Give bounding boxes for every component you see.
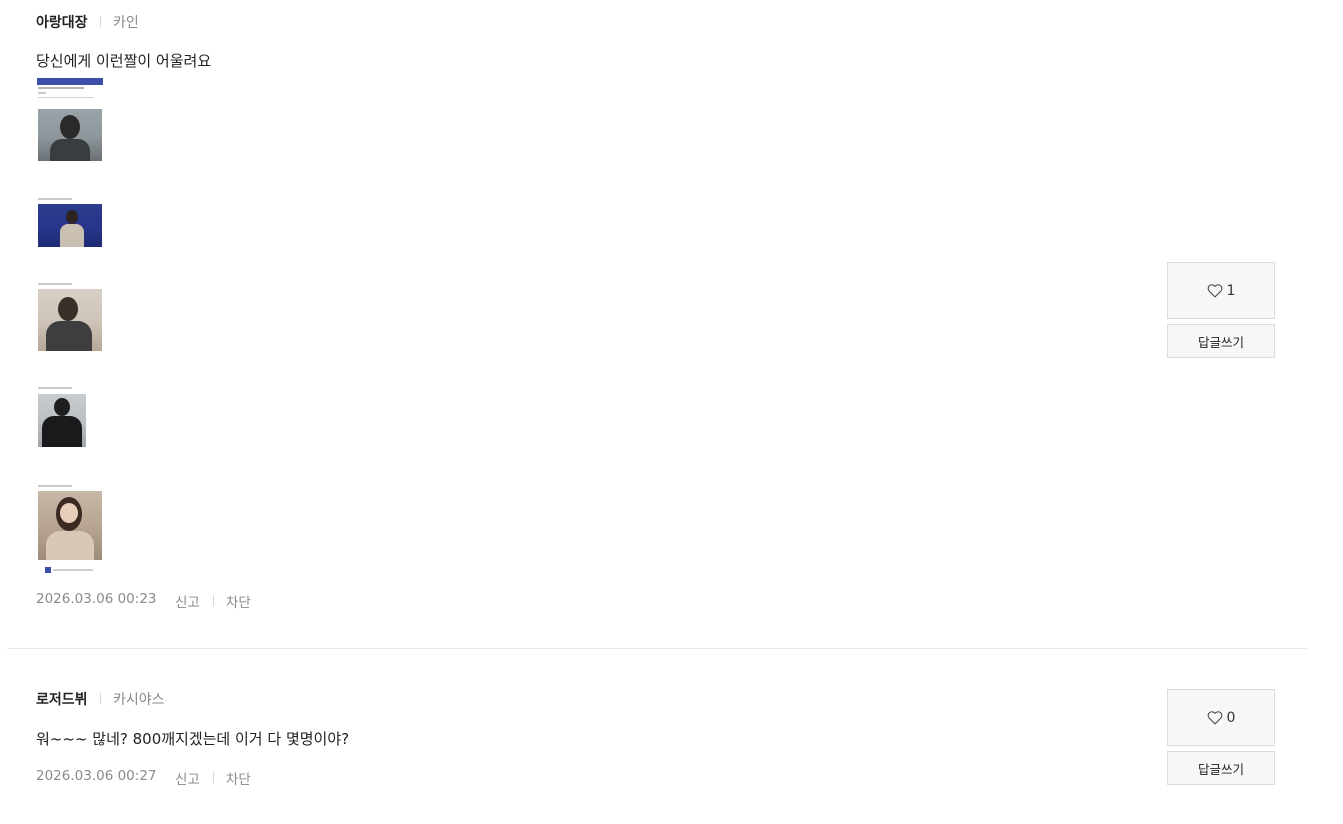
person-face <box>60 503 78 523</box>
captured-text-line <box>38 92 46 94</box>
meta-separator <box>213 772 214 783</box>
captured-caption <box>38 283 72 285</box>
captured-pagination <box>45 567 51 573</box>
comment-divider <box>7 648 1307 649</box>
captured-caption <box>38 485 72 487</box>
like-button[interactable]: 1 <box>1167 262 1275 319</box>
person-head <box>60 115 80 139</box>
captured-photo <box>38 289 102 351</box>
captured-photo <box>38 394 86 447</box>
captured-text-line <box>38 97 94 98</box>
heart-outline-icon <box>1207 711 1222 725</box>
meta-separator <box>213 595 214 606</box>
person-body <box>50 139 90 161</box>
like-count: 0 <box>1226 709 1236 726</box>
heart-outline-icon <box>1207 284 1222 298</box>
captured-photo <box>38 109 102 161</box>
person-head <box>66 210 78 224</box>
captured-page-banner <box>37 78 103 85</box>
person-body <box>60 224 84 247</box>
person-body <box>46 531 94 560</box>
comment-author-nickname[interactable]: 아랑대장 <box>36 12 88 32</box>
meta-separator <box>100 16 101 27</box>
like-button[interactable]: 0 <box>1167 689 1275 746</box>
block-link[interactable]: 차단 <box>226 768 251 788</box>
report-link[interactable]: 신고 <box>175 591 200 611</box>
person-body <box>46 321 92 351</box>
comment-author-team: 카시야스 <box>113 692 165 708</box>
person-body <box>42 416 82 447</box>
like-count: 1 <box>1226 282 1236 299</box>
captured-photo <box>38 204 102 247</box>
comment-author-nickname[interactable]: 로저드뷔 <box>36 689 88 709</box>
captured-pagination <box>53 569 93 571</box>
reply-button[interactable]: 답글쓰기 <box>1167 751 1275 785</box>
comment-date: 2026.03.06 00:27 <box>36 768 157 784</box>
captured-text-line <box>38 87 84 89</box>
comment-attached-image[interactable] <box>36 76 104 576</box>
comment-text: 워~~~ 많네? 800깨지겠는데 이거 다 몇명이야? <box>36 730 350 748</box>
person-head <box>54 398 70 416</box>
captured-photo <box>38 491 102 560</box>
captured-caption <box>38 387 72 389</box>
report-link[interactable]: 신고 <box>175 768 200 788</box>
reply-button[interactable]: 답글쓰기 <box>1167 324 1275 358</box>
meta-separator <box>100 693 101 704</box>
block-link[interactable]: 차단 <box>226 591 251 611</box>
person-head <box>58 297 78 321</box>
comment-author-team: 카인 <box>113 15 139 31</box>
captured-caption <box>38 198 72 200</box>
comment-text: 당신에게 이런짤이 어울려요 <box>36 52 212 70</box>
comment-date: 2026.03.06 00:23 <box>36 591 157 607</box>
